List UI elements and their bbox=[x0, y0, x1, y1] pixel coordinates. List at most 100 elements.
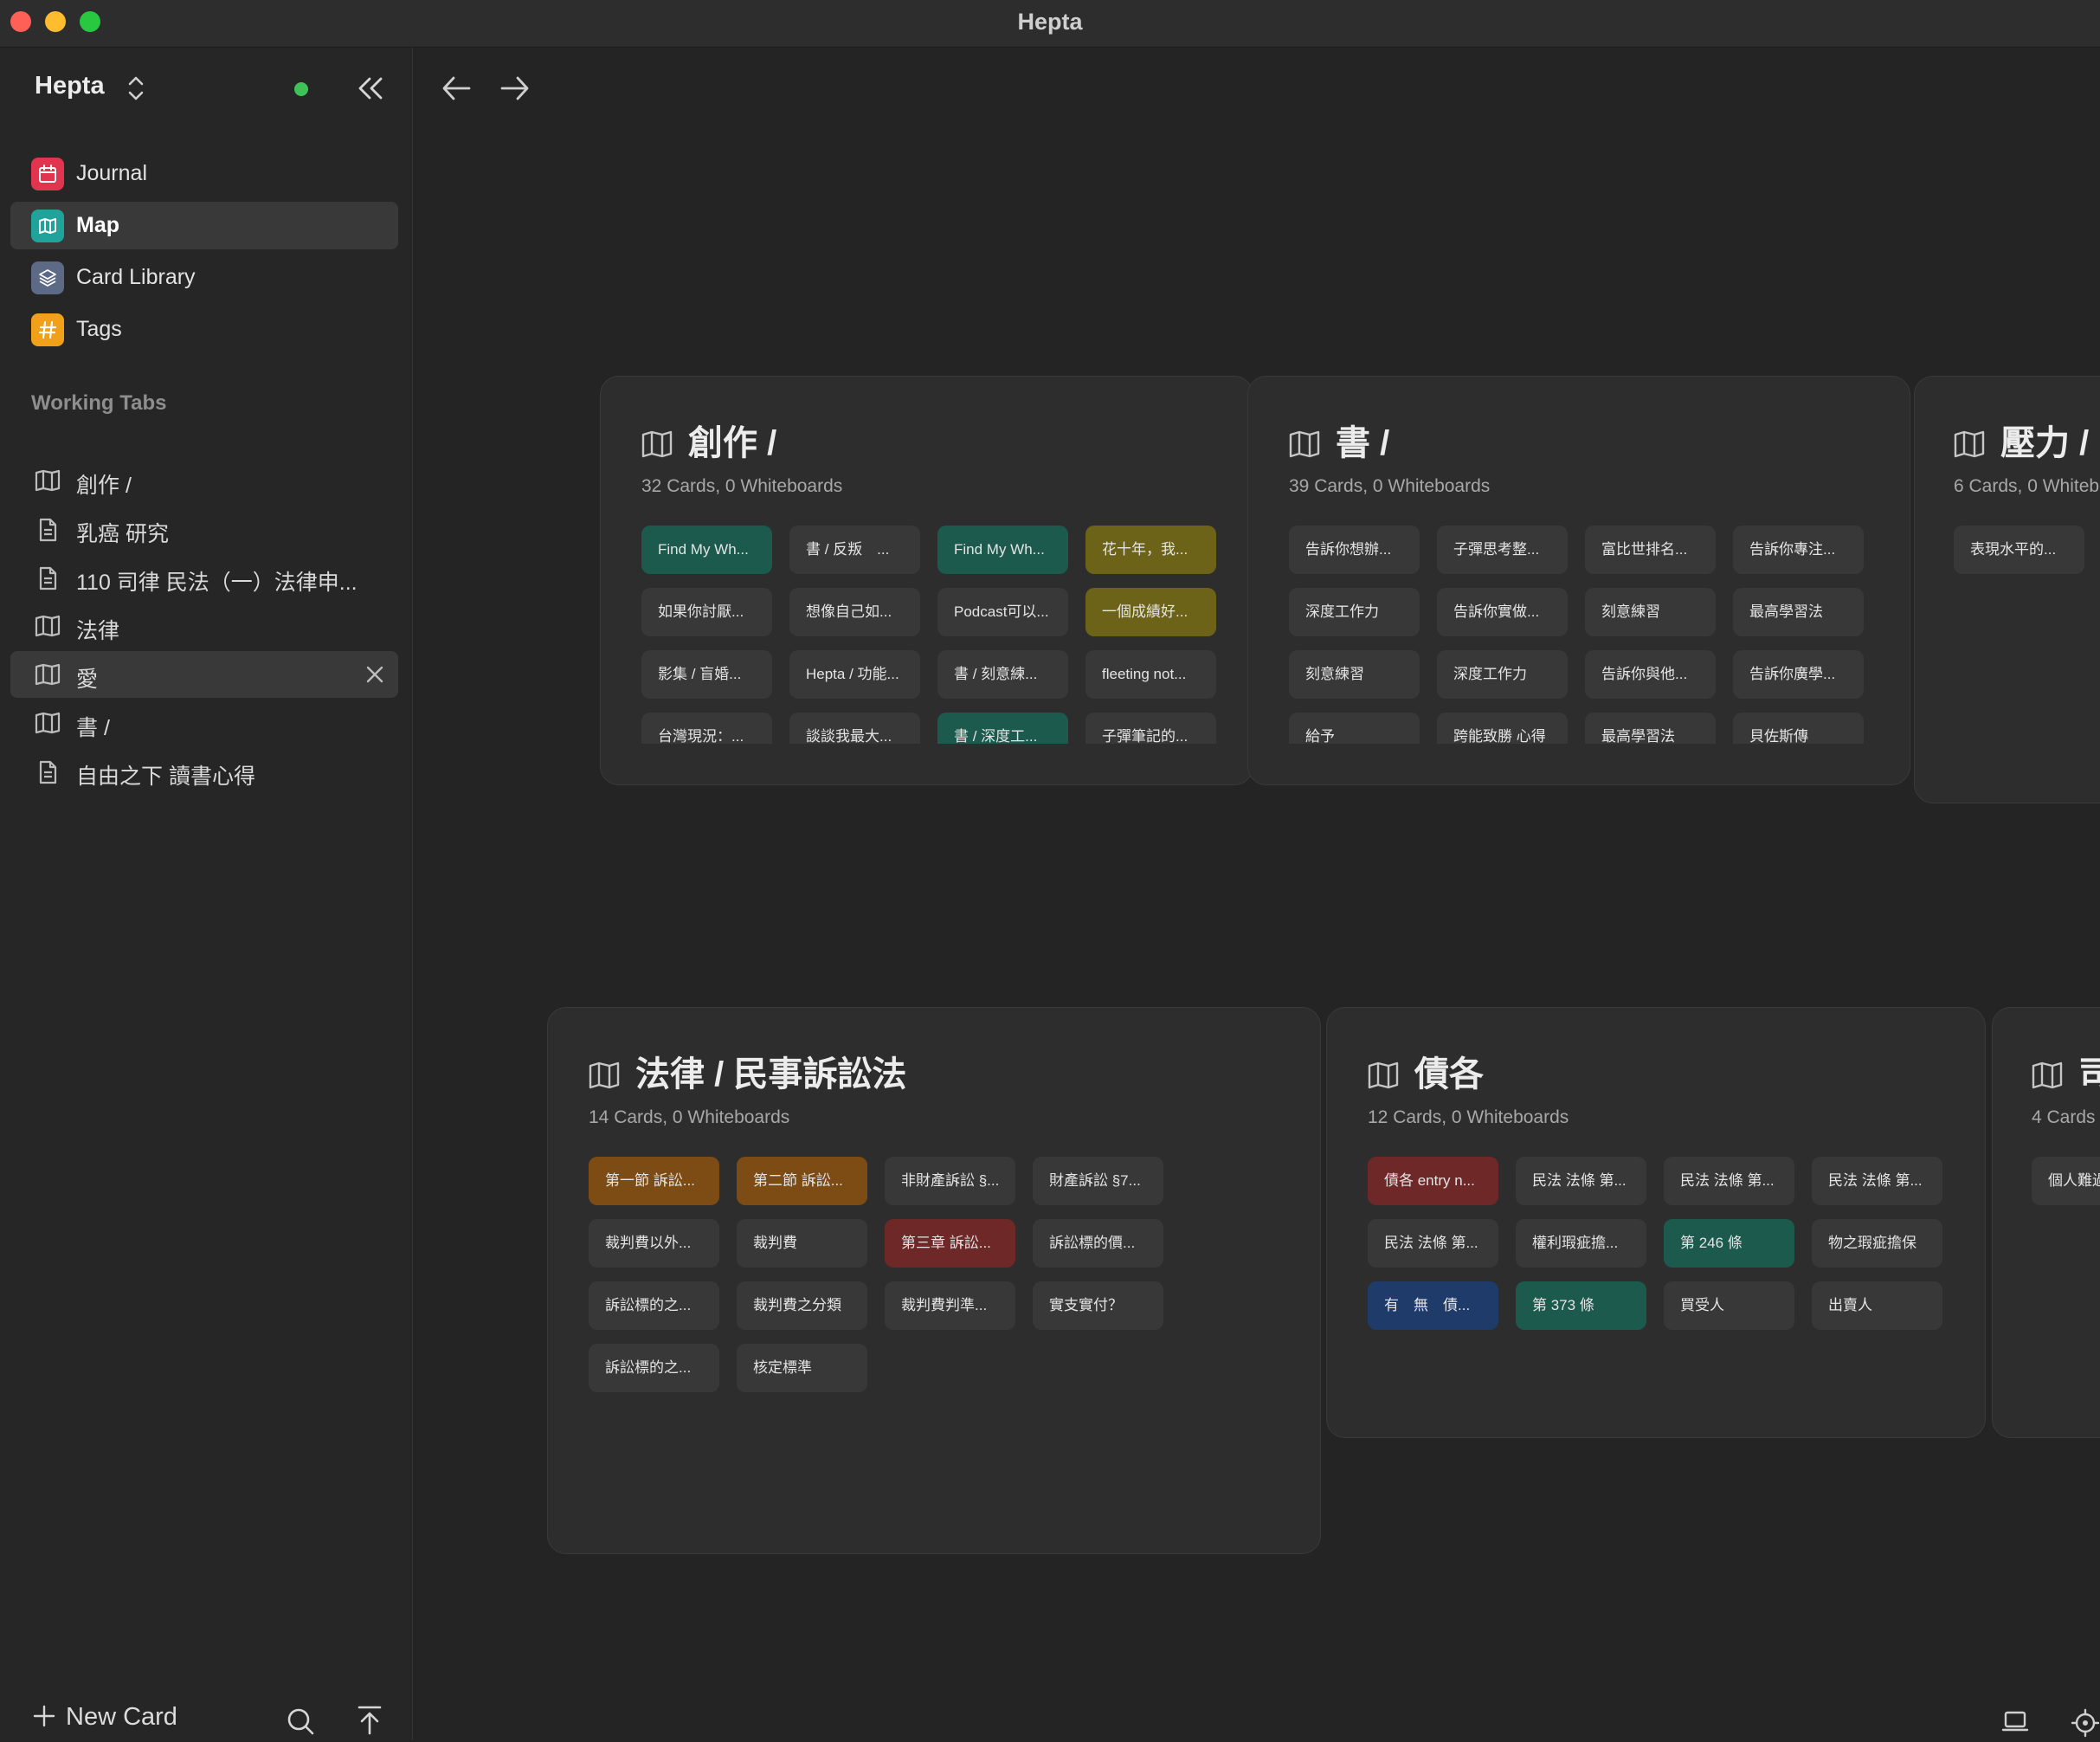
card-chip[interactable]: 買受人 bbox=[1664, 1281, 1794, 1330]
card-chip[interactable]: 書 / 刻意練... bbox=[937, 650, 1068, 699]
working-tab[interactable]: 創作 / bbox=[10, 457, 398, 504]
close-tab-icon[interactable] bbox=[364, 663, 386, 690]
card-chip[interactable]: 有 無 債... bbox=[1368, 1281, 1498, 1330]
card-chip[interactable]: 非財產訴訟 §... bbox=[885, 1157, 1015, 1205]
card-chip[interactable]: 最高學習法 bbox=[1733, 588, 1864, 636]
card-chip[interactable]: 花十年，我... bbox=[1085, 526, 1216, 574]
search-icon[interactable] bbox=[286, 1707, 315, 1740]
card-chip[interactable]: 想像自己如... bbox=[789, 588, 920, 636]
card-chip[interactable]: 第三章 訴訟... bbox=[885, 1219, 1015, 1268]
chip-grid: 個人難過 bbox=[2032, 1157, 2100, 1397]
card-chip[interactable]: 刻意練習 bbox=[1289, 650, 1420, 699]
board-card[interactable]: 書 / 39 Cards, 0 Whiteboards 告訴你想辦... 子彈思考… bbox=[1247, 376, 1910, 785]
sidebar-item-journal[interactable]: Journal bbox=[10, 150, 398, 197]
working-tab-label: 110 司律 民法（一）法律申... bbox=[76, 571, 358, 595]
card-chip[interactable]: 如果你討厭... bbox=[641, 588, 772, 636]
card-chip[interactable]: Find My Wh... bbox=[937, 526, 1068, 574]
sidebar-item-map[interactable]: Map bbox=[10, 202, 398, 249]
card-chip[interactable]: 第 373 條 bbox=[1516, 1281, 1646, 1330]
sidebar-item-label: Map bbox=[76, 213, 119, 237]
card-chip[interactable]: 物之瑕疵擔保 bbox=[1812, 1219, 1942, 1268]
card-chip[interactable]: Find My Wh... bbox=[641, 526, 772, 574]
card-chip[interactable]: 談談我最大... bbox=[789, 713, 920, 744]
card-chip[interactable]: 實支實付？ bbox=[1033, 1281, 1163, 1330]
board-subtitle: 12 Cards, 0 Whiteboards bbox=[1368, 1107, 1569, 1127]
card-chip[interactable]: 裁判費判準... bbox=[885, 1281, 1015, 1330]
card-chip[interactable]: 表現水平的... bbox=[1954, 526, 2084, 574]
card-chip[interactable]: 訴訟標的之... bbox=[589, 1281, 719, 1330]
working-tab[interactable]: 法律 bbox=[10, 603, 398, 649]
board-card[interactable]: 法律 / 民事訴訟法 14 Cards, 0 Whiteboards 第一節 訴… bbox=[547, 1007, 1321, 1554]
card-chip[interactable]: 給予 bbox=[1289, 713, 1420, 744]
chip-grid: 表現水平的...習慣能夠 bbox=[1954, 526, 2100, 762]
map-canvas[interactable]: 創作 / 32 Cards, 0 Whiteboards Find My Wh.… bbox=[413, 48, 2100, 1740]
card-chip[interactable]: 深度工作力 bbox=[1437, 650, 1568, 699]
forward-arrow-icon[interactable] bbox=[499, 74, 531, 107]
board-card[interactable]: 債各 12 Cards, 0 Whiteboards 債各 entry n...… bbox=[1326, 1007, 1986, 1438]
sidebar-item-label: Card Library bbox=[76, 265, 196, 289]
card-chip[interactable]: 子彈筆記的... bbox=[1085, 713, 1216, 744]
sidebar: Hepta Journal Map Card Library Tags Work… bbox=[0, 48, 413, 1740]
card-chip[interactable]: 訴訟標的價... bbox=[1033, 1219, 1163, 1268]
board-card[interactable]: 司 4 Cards 個人難過 bbox=[1992, 1007, 2100, 1438]
card-chip[interactable]: 民法 法條 第... bbox=[1368, 1219, 1498, 1268]
card-chip[interactable]: 核定標準 bbox=[737, 1344, 867, 1392]
working-tab[interactable]: 110 司律 民法（一）法律申... bbox=[10, 554, 398, 601]
card-chip[interactable]: 財產訴訟 §7... bbox=[1033, 1157, 1163, 1205]
laptop-icon[interactable] bbox=[2001, 1708, 2029, 1739]
card-chip[interactable]: 告訴你想辦... bbox=[1289, 526, 1420, 574]
card-chip[interactable]: 個人難過 bbox=[2032, 1157, 2100, 1205]
card-chip[interactable]: fleeting not... bbox=[1085, 650, 1216, 699]
card-chip[interactable]: 出賣人 bbox=[1812, 1281, 1942, 1330]
working-tab[interactable]: 書 / bbox=[10, 700, 398, 746]
card-chip[interactable]: 台灣現況：... bbox=[641, 713, 772, 744]
card-chip[interactable]: 告訴你專注... bbox=[1733, 526, 1864, 574]
card-chip[interactable]: 債各 entry n... bbox=[1368, 1157, 1498, 1205]
card-chip[interactable]: 深度工作力 bbox=[1289, 588, 1420, 636]
card-chip[interactable]: 跨能致勝 心得 bbox=[1437, 713, 1568, 744]
card-chip[interactable]: 民法 法條 第... bbox=[1812, 1157, 1942, 1205]
card-chip[interactable]: 告訴你實做... bbox=[1437, 588, 1568, 636]
card-chip[interactable]: 一個成績好... bbox=[1085, 588, 1216, 636]
card-chip[interactable]: 刻意練習 bbox=[1585, 588, 1716, 636]
card-chip[interactable]: 書 / 反叛 ... bbox=[789, 526, 920, 574]
card-chip[interactable]: 子彈思考整... bbox=[1437, 526, 1568, 574]
locate-icon[interactable] bbox=[2071, 1708, 2100, 1742]
map-icon bbox=[35, 615, 61, 642]
card-chip[interactable]: 裁判費 bbox=[737, 1219, 867, 1268]
card-chip[interactable]: 民法 法條 第... bbox=[1664, 1157, 1794, 1205]
new-card-button[interactable]: New Card bbox=[33, 1703, 177, 1732]
card-chip[interactable]: 第 246 條 bbox=[1664, 1219, 1794, 1268]
card-chip[interactable]: 告訴你廣學... bbox=[1733, 650, 1864, 699]
card-chip[interactable]: 訴訟標的之... bbox=[589, 1344, 719, 1392]
card-chip[interactable]: 富比世排名... bbox=[1585, 526, 1716, 574]
chevron-up-down-icon[interactable] bbox=[126, 74, 146, 107]
working-tab-active[interactable]: 愛 bbox=[10, 651, 398, 698]
card-chip[interactable]: 書 / 深度工... bbox=[937, 713, 1068, 744]
sidebar-item-tags[interactable]: Tags bbox=[10, 306, 398, 353]
card-chip[interactable]: Podcast可以... bbox=[937, 588, 1068, 636]
sidebar-item-label: Journal bbox=[76, 161, 147, 185]
card-chip[interactable]: 權利瑕疵擔... bbox=[1516, 1219, 1646, 1268]
card-chip[interactable]: Hepta / 功能... bbox=[789, 650, 920, 699]
card-chip[interactable]: 民法 法條 第... bbox=[1516, 1157, 1646, 1205]
card-chip[interactable]: 裁判費以外... bbox=[589, 1219, 719, 1268]
card-chip[interactable]: 貝佐斯傳 bbox=[1733, 713, 1864, 744]
card-chip[interactable]: 裁判費之分類 bbox=[737, 1281, 867, 1330]
card-chip[interactable]: 最高學習法 bbox=[1585, 713, 1716, 744]
board-card[interactable]: 創作 / 32 Cards, 0 Whiteboards Find My Wh.… bbox=[600, 376, 1253, 785]
back-arrow-icon[interactable] bbox=[441, 74, 472, 107]
workspace-name[interactable]: Hepta bbox=[35, 72, 105, 100]
collapse-sidebar-icon[interactable] bbox=[355, 74, 386, 107]
card-chip[interactable]: 第二節 訴訟... bbox=[737, 1157, 867, 1205]
card-chip[interactable]: 告訴你與他... bbox=[1585, 650, 1716, 699]
working-tab[interactable]: 自由之下 讀書心得 bbox=[10, 748, 398, 795]
upload-icon[interactable] bbox=[355, 1705, 384, 1740]
board-subtitle: 4 Cards bbox=[2032, 1107, 2096, 1127]
sidebar-item-card-library[interactable]: Card Library bbox=[10, 254, 398, 301]
working-tab-label: 法律 bbox=[76, 619, 120, 643]
card-chip[interactable]: 影集 / 盲婚... bbox=[641, 650, 772, 699]
working-tab[interactable]: 乳癌 研究 bbox=[10, 506, 398, 552]
card-chip[interactable]: 第一節 訴訟... bbox=[589, 1157, 719, 1205]
board-card[interactable]: 壓力 / 6 Cards, 0 Whiteboards 表現水平的...習慣能夠 bbox=[1914, 376, 2100, 803]
